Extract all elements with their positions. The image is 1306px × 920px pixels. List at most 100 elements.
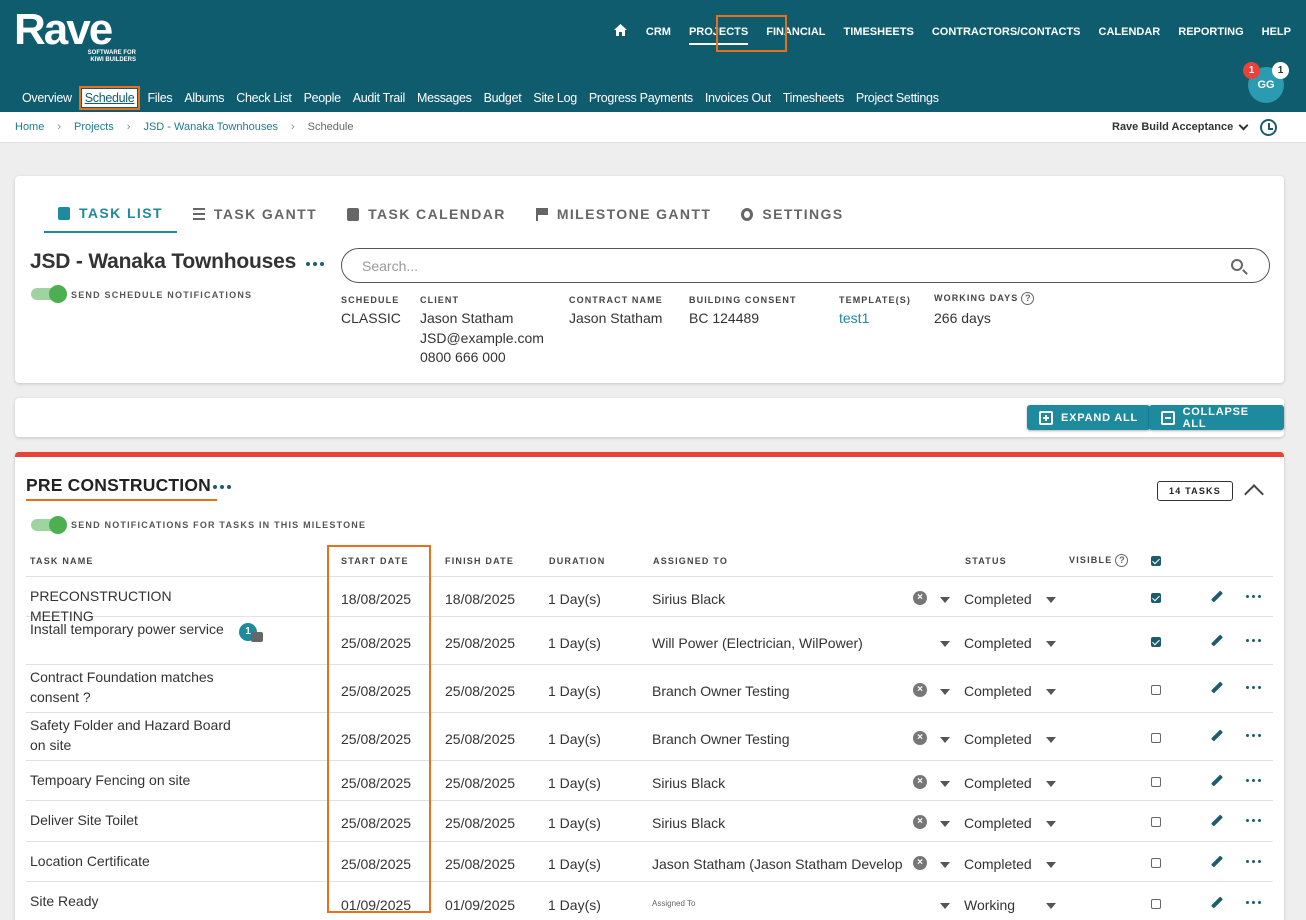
task-name[interactable]: Location Certificate: [30, 852, 235, 872]
start-date[interactable]: 25/08/2025: [341, 731, 411, 747]
duration[interactable]: 1 Day(s): [548, 815, 601, 831]
crumb-home[interactable]: Home: [15, 121, 44, 133]
subnav-overview[interactable]: Overview: [16, 89, 78, 107]
nav-help[interactable]: HELP: [1253, 24, 1300, 40]
nav-calendar[interactable]: CALENDAR: [1090, 24, 1170, 40]
nav-contractors[interactable]: CONTRACTORS/CONTACTS: [923, 24, 1090, 40]
status-select[interactable]: Completed: [964, 591, 1032, 607]
assigned-to[interactable]: Sirius Black: [652, 591, 725, 607]
col-status[interactable]: STATUS: [965, 556, 1007, 566]
caret-down-icon[interactable]: [940, 641, 950, 647]
finish-date[interactable]: 25/08/2025: [445, 775, 515, 791]
select-all-checkbox[interactable]: [1151, 556, 1161, 566]
notification-badge[interactable]: 1: [1243, 62, 1260, 79]
duration[interactable]: 1 Day(s): [548, 897, 601, 913]
subnav-budget[interactable]: Budget: [478, 89, 528, 107]
crumb-project[interactable]: JSD - Wanaka Townhouses: [143, 121, 278, 133]
pencil-icon[interactable]: [1210, 815, 1223, 828]
finish-date[interactable]: 25/08/2025: [445, 856, 515, 872]
col-duration[interactable]: DURATION: [549, 556, 605, 566]
subnav-files[interactable]: Files: [141, 89, 178, 107]
visible-checkbox[interactable]: [1151, 817, 1161, 827]
nav-timesheets[interactable]: TIMESHEETS: [835, 24, 923, 40]
subnav-people[interactable]: People: [298, 89, 347, 107]
caret-down-icon[interactable]: [1046, 903, 1056, 909]
duration[interactable]: 1 Day(s): [548, 683, 601, 699]
caret-down-icon[interactable]: [1046, 781, 1056, 787]
visible-checkbox[interactable]: [1151, 777, 1161, 787]
subnav-checklist[interactable]: Check List: [230, 89, 297, 107]
row-more-icon[interactable]: [1246, 639, 1261, 642]
task-name[interactable]: Install temporary power service: [30, 620, 235, 640]
row-more-icon[interactable]: [1246, 819, 1261, 822]
pencil-icon[interactable]: [1210, 635, 1223, 648]
start-date[interactable]: 25/08/2025: [341, 815, 411, 831]
assigned-to[interactable]: Sirius Black: [652, 775, 725, 791]
col-visible[interactable]: VISIBLE?: [1069, 554, 1129, 567]
tab-task-calendar[interactable]: TASK CALENDAR: [333, 205, 520, 233]
nav-reporting[interactable]: REPORTING: [1169, 24, 1252, 40]
clear-icon[interactable]: ×: [913, 731, 927, 745]
home-nav-item[interactable]: [604, 24, 637, 40]
tab-milestone-gantt[interactable]: MILESTONE GANTT: [522, 205, 726, 233]
duration[interactable]: 1 Day(s): [548, 591, 601, 607]
start-date[interactable]: 18/08/2025: [341, 591, 411, 607]
pencil-icon[interactable]: [1210, 897, 1223, 910]
caret-down-icon[interactable]: [940, 597, 950, 603]
start-date[interactable]: 01/09/2025: [341, 897, 411, 913]
visible-checkbox[interactable]: [1151, 733, 1161, 743]
clear-icon[interactable]: ×: [913, 815, 927, 829]
row-more-icon[interactable]: [1246, 901, 1261, 904]
assigned-to[interactable]: Sirius Black: [652, 815, 725, 831]
clear-icon[interactable]: ×: [913, 775, 927, 789]
milestone-more-icon[interactable]: [213, 485, 231, 489]
pencil-icon[interactable]: [1210, 856, 1223, 869]
caret-down-icon[interactable]: [1046, 641, 1056, 647]
template-link[interactable]: test1: [839, 309, 911, 329]
milestone-notifications-toggle[interactable]: [31, 516, 67, 534]
assigned-to-input[interactable]: Assigned To: [652, 899, 695, 908]
rave-logo[interactable]: Rave SOFTWARE FOR KIWI BUILDERS: [14, 8, 136, 64]
pencil-icon[interactable]: [1210, 775, 1223, 788]
caret-down-icon[interactable]: [1046, 821, 1056, 827]
tab-task-list[interactable]: TASK LIST: [44, 205, 177, 233]
caret-down-icon[interactable]: [1046, 862, 1056, 868]
subnav-timesheets[interactable]: Timesheets: [777, 89, 850, 107]
crumb-projects[interactable]: Projects: [74, 121, 114, 133]
visible-checkbox[interactable]: [1151, 858, 1161, 868]
status-select[interactable]: Completed: [964, 856, 1032, 872]
clear-icon[interactable]: ×: [913, 856, 927, 870]
finish-date[interactable]: 25/08/2025: [445, 635, 515, 651]
visible-checkbox[interactable]: [1151, 899, 1161, 909]
subnav-project-settings[interactable]: Project Settings: [850, 89, 945, 107]
expand-all-button[interactable]: EXPAND ALL: [1027, 405, 1151, 430]
task-name[interactable]: Deliver Site Toilet: [30, 811, 235, 831]
project-more-icon[interactable]: [306, 262, 324, 266]
tab-settings[interactable]: SETTINGS: [727, 205, 857, 233]
help-icon[interactable]: ?: [1115, 554, 1129, 567]
finish-date[interactable]: 18/08/2025: [445, 591, 515, 607]
pencil-icon[interactable]: [1210, 730, 1223, 743]
row-more-icon[interactable]: [1246, 734, 1261, 737]
clear-icon[interactable]: ×: [913, 683, 927, 697]
assigned-to[interactable]: Jason Statham (Jason Statham Develop: [652, 856, 906, 872]
task-name[interactable]: Contract Foundation matches consent ?: [30, 668, 235, 707]
schedule-notifications-toggle[interactable]: [31, 285, 67, 303]
subnav-albums[interactable]: Albums: [178, 89, 230, 107]
message-badge[interactable]: 1: [1272, 62, 1289, 79]
row-more-icon[interactable]: [1246, 860, 1261, 863]
search-input[interactable]: [362, 258, 1212, 274]
status-select[interactable]: Completed: [964, 775, 1032, 791]
company-selector[interactable]: Rave Build Acceptance: [1112, 120, 1249, 133]
status-select[interactable]: Completed: [964, 731, 1032, 747]
col-assigned-to[interactable]: ASSIGNED TO: [653, 556, 728, 566]
task-name[interactable]: Safety Folder and Hazard Board on site: [30, 716, 235, 755]
visible-checkbox[interactable]: [1151, 637, 1161, 647]
collapse-all-button[interactable]: COLLAPSE ALL: [1149, 405, 1284, 430]
status-select[interactable]: Completed: [964, 815, 1032, 831]
start-date[interactable]: 25/08/2025: [341, 856, 411, 872]
caret-down-icon[interactable]: [940, 781, 950, 787]
subnav-invoices-out[interactable]: Invoices Out: [699, 89, 777, 107]
caret-down-icon[interactable]: [1046, 597, 1056, 603]
caret-down-icon[interactable]: [940, 737, 950, 743]
